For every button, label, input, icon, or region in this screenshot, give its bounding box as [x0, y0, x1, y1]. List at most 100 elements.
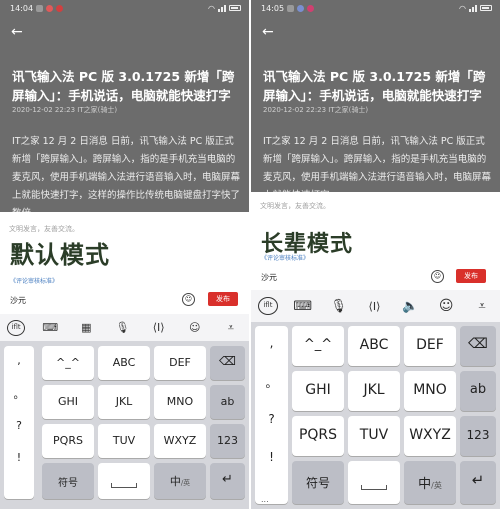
- key-3[interactable]: DEF: [404, 326, 456, 366]
- punctuation-column: , 。 ? !: [4, 346, 34, 499]
- key-9[interactable]: WXYZ: [154, 424, 206, 458]
- back-arrow-icon[interactable]: ←: [11, 24, 23, 40]
- emoji-icon[interactable]: ☺: [182, 293, 195, 306]
- language-switch-key[interactable]: 中/英: [154, 463, 206, 499]
- key-4[interactable]: GHI: [292, 371, 344, 411]
- article-body: IT之家 12 月 2 日消息 日前，讯飞输入法 PC 版正式新增「跨屏输入」。…: [12, 136, 241, 212]
- cursor-move-icon[interactable]: ⟨I⟩: [148, 321, 170, 334]
- punct-key-comma[interactable]: ,: [255, 336, 288, 350]
- ime-toolbar: iflt ⌨ 🎙 ⟨I⟩ 🔈 ☺ ⩡: [251, 290, 500, 322]
- ime-logo-icon[interactable]: iflt: [257, 297, 278, 315]
- dimmed-article: 14:04 ◠ ← 讯飞输入法 PC 版 3.0.1725 新增「跨屏输入」：手…: [0, 0, 249, 212]
- publish-button[interactable]: 发布: [208, 292, 238, 306]
- comment-input-row: 沙元 ☺ 发布: [251, 268, 500, 288]
- key-1[interactable]: ^_^: [292, 326, 344, 366]
- status-time: 14:04: [10, 3, 34, 13]
- status-bar: 14:04 ◠: [0, 0, 249, 16]
- enter-key[interactable]: ↵: [210, 463, 245, 499]
- microphone-icon[interactable]: 🎙: [328, 299, 350, 314]
- punct-key-exclaim[interactable]: !: [255, 450, 288, 464]
- comment-area: 文明发言，友善交流。 默认模式 《评论审核标准》 沙元 ☺ 发布: [0, 212, 249, 312]
- keyboard-icon[interactable]: ⌨: [292, 299, 314, 314]
- comment-hint[interactable]: 文明发言，友善交流。: [260, 201, 330, 211]
- emoji-icon[interactable]: ☺: [431, 270, 444, 283]
- key-8[interactable]: TUV: [98, 424, 150, 458]
- review-rules-link[interactable]: 《评论审核标准》: [261, 253, 309, 262]
- key-5[interactable]: JKL: [348, 371, 400, 411]
- punct-key-comma[interactable]: ,: [4, 354, 34, 367]
- keyboard: , 。 ? ! ^_^ ABC DEF ⌫ GHI JKL MNO ab PQR…: [0, 341, 249, 509]
- key-7[interactable]: PQRS: [292, 416, 344, 456]
- wifi-icon: ◠: [208, 3, 215, 13]
- ime-logo-icon[interactable]: iflt: [7, 319, 26, 336]
- article-title: 讯飞输入法 PC 版 3.0.1725 新增「跨屏输入」：手机说话，电脑就能快速…: [12, 69, 235, 103]
- symbols-key[interactable]: 符号: [42, 463, 94, 499]
- battery-icon: [480, 5, 492, 11]
- number-key[interactable]: 123: [210, 424, 245, 458]
- key-9[interactable]: WXYZ: [404, 416, 456, 456]
- gallery-icon: [287, 4, 295, 12]
- enter-key[interactable]: ↵: [460, 461, 496, 504]
- more-indicator: ...: [261, 495, 269, 504]
- comment-input-value[interactable]: 沙元: [261, 272, 277, 283]
- article-title: 讯飞输入法 PC 版 3.0.1725 新增「跨屏输入」：手机说话，电脑就能快速…: [263, 69, 486, 103]
- cursor-move-icon[interactable]: ⟨I⟩: [363, 300, 385, 313]
- app-icon: [56, 4, 64, 12]
- collapse-icon[interactable]: ⩡: [471, 299, 493, 314]
- space-key[interactable]: [98, 463, 150, 499]
- notification-icon: [297, 4, 305, 12]
- battery-icon: [229, 5, 241, 11]
- keyboard: , 。 ? ! ^_^ ABC DEF ⌫ GHI JKL MNO ab PQR…: [251, 322, 500, 509]
- key-7[interactable]: PQRS: [42, 424, 94, 458]
- microphone-icon[interactable]: 🎙: [111, 321, 133, 334]
- dimmed-article: 14:05 ◠ ← 讯飞输入法 PC 版 3.0.1725 新增「跨屏输入」：手…: [251, 0, 500, 192]
- key-1[interactable]: ^_^: [42, 346, 94, 380]
- article-meta: 2020-12-02 22:23 IT之家(骑士): [263, 106, 369, 114]
- article-meta: 2020-12-02 22:23 IT之家(骑士): [12, 106, 118, 114]
- number-key[interactable]: 123: [460, 416, 496, 456]
- language-switch-key[interactable]: 中/英: [404, 461, 456, 504]
- right-screenshot-panel: 14:05 ◠ ← 讯飞输入法 PC 版 3.0.1725 新增「跨屏输入」：手…: [251, 0, 500, 509]
- emoji-icon[interactable]: ☺: [184, 321, 206, 334]
- punct-key-question[interactable]: ?: [4, 419, 34, 432]
- key-8[interactable]: TUV: [348, 416, 400, 456]
- punct-key-exclaim[interactable]: !: [4, 451, 34, 464]
- status-bar: 14:05 ◠: [251, 0, 500, 16]
- key-2[interactable]: ABC: [348, 326, 400, 366]
- punct-key-period[interactable]: 。: [255, 374, 288, 391]
- app-icon: [307, 4, 315, 12]
- delete-key[interactable]: ⌫: [460, 326, 496, 366]
- ab-key[interactable]: ab: [460, 371, 496, 411]
- key-2[interactable]: ABC: [98, 346, 150, 380]
- comment-hint[interactable]: 文明发言，友善交流。: [9, 224, 79, 234]
- publish-button[interactable]: 发布: [456, 269, 486, 283]
- comment-area: 文明发言，友善交流。 长辈模式 《评论审核标准》 沙元 ☺ 发布: [251, 192, 500, 288]
- comment-input-row: 沙元 ☺ 发布: [0, 291, 249, 311]
- key-5[interactable]: JKL: [98, 385, 150, 419]
- wifi-icon: ◠: [459, 3, 466, 13]
- key-6[interactable]: MNO: [404, 371, 456, 411]
- keyboard-icon[interactable]: ⌨: [39, 321, 61, 334]
- key-6[interactable]: MNO: [154, 385, 206, 419]
- ime-toolbar: iflt ⌨ ▦ 🎙 ⟨I⟩ ☺ ⩡: [0, 314, 249, 341]
- back-arrow-icon[interactable]: ←: [262, 24, 274, 40]
- delete-key[interactable]: ⌫: [210, 346, 245, 380]
- punct-key-period[interactable]: 。: [4, 386, 34, 402]
- speaker-icon[interactable]: 🔈: [399, 299, 421, 314]
- status-time: 14:05: [261, 3, 285, 13]
- signal-icon: [469, 4, 477, 12]
- emoji-icon[interactable]: ☺: [435, 298, 457, 314]
- collapse-icon[interactable]: ⩡: [220, 321, 242, 335]
- review-rules-link[interactable]: 《评论审核标准》: [10, 276, 58, 285]
- gallery-icon: [36, 4, 44, 12]
- mode-label: 默认模式: [10, 241, 110, 269]
- key-3[interactable]: DEF: [154, 346, 206, 380]
- punct-key-question[interactable]: ?: [255, 412, 288, 426]
- symbols-key[interactable]: 符号: [292, 461, 344, 504]
- space-key[interactable]: [348, 461, 400, 504]
- key-4[interactable]: GHI: [42, 385, 94, 419]
- ab-key[interactable]: ab: [210, 385, 245, 419]
- keyboard-layout-icon[interactable]: ▦: [75, 321, 97, 334]
- comment-input-value[interactable]: 沙元: [10, 295, 26, 306]
- left-screenshot-panel: 14:04 ◠ ← 讯飞输入法 PC 版 3.0.1725 新增「跨屏输入」：手…: [0, 0, 249, 509]
